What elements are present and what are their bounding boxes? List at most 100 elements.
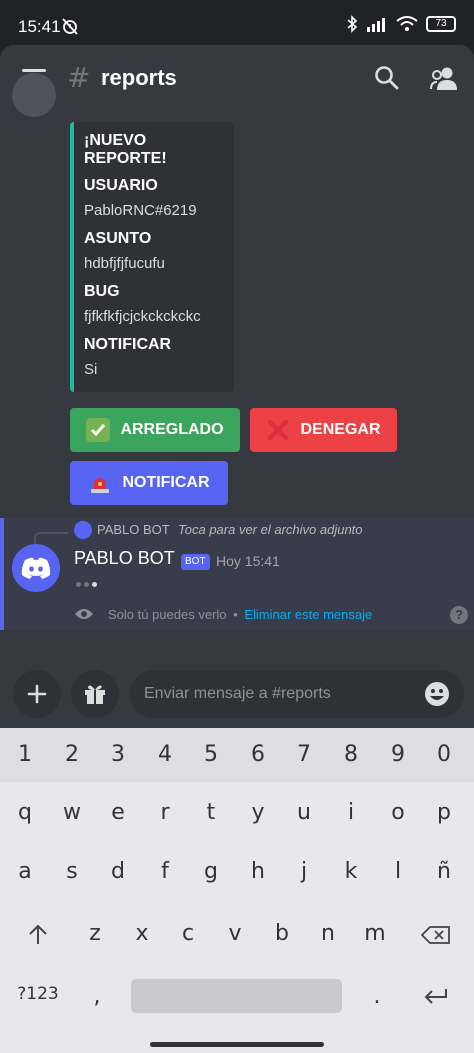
only-you-text: Solo tú puedes verlo	[108, 607, 227, 622]
help-icon[interactable]: ?	[450, 606, 468, 624]
message-author[interactable]: PABLO BOT	[74, 548, 175, 569]
embed-field-value: hdbfjfjfucufu	[84, 255, 165, 272]
embed-field-name: NOTIFICAR	[84, 336, 172, 353]
key[interactable]: 6	[238, 742, 278, 767]
key[interactable]: 9	[378, 742, 418, 767]
notificar-button[interactable]: NOTIFICAR	[70, 461, 228, 505]
key[interactable]: 0	[424, 742, 464, 767]
notificar-label: NOTIFICAR	[122, 474, 210, 491]
bot-badge: BOT	[181, 554, 210, 570]
key[interactable]: f	[145, 859, 185, 884]
key[interactable]: y	[238, 800, 278, 825]
space-key[interactable]	[131, 979, 342, 1013]
alarm-off-icon	[62, 18, 78, 35]
key[interactable]: k	[331, 859, 371, 884]
key[interactable]: m	[355, 921, 395, 946]
key[interactable]: 1	[5, 742, 45, 767]
key[interactable]: o	[378, 800, 418, 825]
only-you-notice: Solo tú puedes verlo • Eliminar este men…	[108, 607, 372, 622]
key[interactable]: s	[52, 859, 92, 884]
enter-icon[interactable]	[423, 987, 449, 1005]
loading-dots	[76, 582, 97, 587]
channel-header: # reports	[0, 45, 474, 113]
plus-icon	[27, 684, 47, 704]
delete-message-link[interactable]: Eliminar este mensaje	[244, 607, 372, 622]
siren-icon	[88, 471, 112, 495]
key[interactable]: r	[145, 800, 185, 825]
embed-field-name: ASUNTO	[84, 230, 152, 247]
shift-icon[interactable]	[26, 924, 50, 946]
reply-author[interactable]: PABLO BOT	[97, 522, 170, 537]
key[interactable]: x	[122, 921, 162, 946]
backspace-icon[interactable]	[421, 926, 451, 944]
keyboard-number-row: 1 2 3 4 5 6 7 8 9 0	[0, 728, 474, 782]
members-icon[interactable]	[430, 65, 458, 91]
key[interactable]: c	[168, 921, 208, 946]
add-attachment-button[interactable]	[13, 670, 61, 718]
wifi-icon	[396, 16, 418, 31]
embed-field-value: PabloRNC#6219	[84, 202, 197, 219]
status-bar: 15:41 73	[0, 0, 474, 50]
key[interactable]: 5	[191, 742, 231, 767]
checkmark-icon	[86, 418, 111, 442]
reply-preview[interactable]: Toca para ver el archivo adjunto	[178, 522, 363, 537]
key[interactable]: d	[98, 859, 138, 884]
key[interactable]: l	[378, 859, 418, 884]
message-input[interactable]: Enviar mensaje a #reports	[130, 670, 464, 718]
separator: •	[233, 607, 238, 622]
message-timestamp: Hoy 15:41	[216, 553, 280, 569]
battery-icon: 73	[426, 16, 456, 32]
report-embed: ¡NUEVO REPORTE! USUARIO PabloRNC#6219 AS…	[70, 122, 234, 392]
key[interactable]: z	[75, 921, 115, 946]
gift-icon	[85, 685, 105, 704]
emoji-icon[interactable]	[424, 681, 450, 707]
key[interactable]: 7	[284, 742, 324, 767]
key[interactable]: w	[52, 800, 92, 825]
key[interactable]: g	[191, 859, 231, 884]
key[interactable]: t	[191, 800, 231, 825]
search-icon[interactable]	[374, 65, 400, 91]
denegar-label: DENEGAR	[300, 421, 381, 438]
key[interactable]: j	[284, 859, 324, 884]
denegar-button[interactable]: DENEGAR	[250, 408, 397, 452]
key[interactable]: b	[262, 921, 302, 946]
message-list[interactable]: ¡NUEVO REPORTE! USUARIO PabloRNC#6219 AS…	[0, 73, 474, 728]
channel-hash-icon: #	[67, 61, 91, 94]
key[interactable]: u	[284, 800, 324, 825]
key[interactable]: 2	[52, 742, 92, 767]
embed-title: ¡NUEVO REPORTE!	[84, 132, 167, 167]
key[interactable]: v	[215, 921, 255, 946]
status-icons: 73	[346, 15, 456, 33]
key[interactable]: n	[308, 921, 348, 946]
avatar[interactable]	[12, 73, 56, 117]
key[interactable]: 4	[145, 742, 185, 767]
phone-screen: 15:41 73 # reports ¡NUEVO REPORTE! USUAR…	[0, 0, 474, 1053]
arreglado-button[interactable]: ARREGLADO	[70, 408, 240, 452]
key[interactable]: a	[5, 859, 45, 884]
discord-logo-icon	[21, 557, 51, 579]
cross-icon	[266, 418, 290, 442]
message-composer: Enviar mensaje a #reports	[0, 660, 474, 728]
signal-icon	[367, 18, 385, 32]
discord-app: # reports ¡NUEVO REPORTE! USUARIO PabloR…	[0, 45, 474, 728]
channel-name: reports	[101, 65, 177, 90]
avatar[interactable]	[12, 544, 60, 592]
key[interactable]: 8	[331, 742, 371, 767]
onscreen-keyboard: 1 2 3 4 5 6 7 8 9 0 q w e r t y u i o p …	[0, 728, 474, 1053]
key[interactable]: 3	[98, 742, 138, 767]
key[interactable]: e	[98, 800, 138, 825]
comma-key[interactable]: ,	[77, 984, 117, 1009]
key[interactable]: h	[238, 859, 278, 884]
gesture-nav-handle[interactable]	[150, 1042, 324, 1047]
symbols-key[interactable]: ?123	[14, 984, 62, 1004]
key[interactable]: i	[331, 800, 371, 825]
key[interactable]: ñ	[424, 859, 464, 884]
ephemeral-message[interactable]: PABLO BOT Toca para ver el archivo adjun…	[0, 518, 474, 630]
gift-button[interactable]	[71, 670, 119, 718]
embed-field-value: fjfkfkfjcjckckckckc	[84, 308, 201, 325]
key[interactable]: p	[424, 800, 464, 825]
period-key[interactable]: .	[357, 984, 397, 1009]
embed-field-name: USUARIO	[84, 177, 158, 194]
key[interactable]: q	[5, 800, 45, 825]
embed-field-value: Si	[84, 361, 98, 378]
